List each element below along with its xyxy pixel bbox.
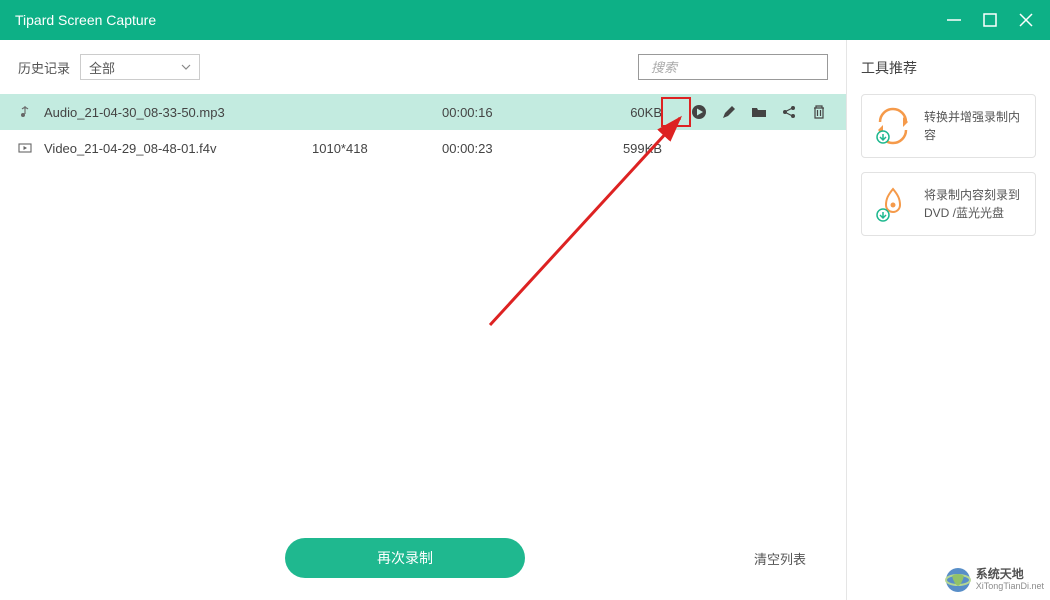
delete-button[interactable] — [810, 103, 828, 121]
folder-button[interactable] — [750, 103, 768, 121]
row-actions — [690, 103, 828, 121]
file-dimensions: 1010*418 — [312, 141, 442, 156]
chevron-down-icon — [181, 62, 191, 72]
watermark-text-cn: 系统天地 — [976, 568, 1044, 581]
window-controls — [945, 11, 1035, 29]
table-row[interactable]: Video_21-04-29_08-48-01.f4v 1010*418 00:… — [0, 130, 846, 166]
watermark-text-en: XiTongTianDi.net — [976, 582, 1044, 592]
video-file-icon — [18, 141, 44, 155]
history-label: 历史记录 — [18, 58, 70, 77]
annotation-highlight-box — [661, 97, 691, 127]
tool-card-label: 将录制内容刻录到DVD /蓝光光盘 — [924, 186, 1023, 222]
main-panel: 历史记录 全部 Audio_21-04-30_08-33-50.mp3 — [0, 40, 847, 600]
sidebar: 工具推荐 转换并增强录制内容 将录制内容刻录到DVD /蓝光光盘 — [847, 40, 1050, 600]
filter-dropdown[interactable]: 全部 — [80, 54, 200, 80]
sidebar-title: 工具推荐 — [861, 58, 1036, 78]
file-name: Audio_21-04-30_08-33-50.mp3 — [44, 105, 312, 120]
tool-card-convert[interactable]: 转换并增强录制内容 — [861, 94, 1036, 158]
table-row[interactable]: Audio_21-04-30_08-33-50.mp3 00:00:16 60K… — [0, 94, 846, 130]
burn-icon — [874, 185, 912, 223]
play-button[interactable] — [690, 103, 708, 121]
recordings-table: Audio_21-04-30_08-33-50.mp3 00:00:16 60K… — [0, 94, 846, 520]
footer: 再次录制 清空列表 — [0, 520, 846, 600]
file-size: 599KB — [582, 141, 662, 156]
watermark: 系统天地 XiTongTianDi.net — [944, 566, 1044, 594]
record-again-button[interactable]: 再次录制 — [285, 538, 525, 578]
search-input[interactable] — [651, 60, 827, 75]
file-duration: 00:00:16 — [442, 105, 582, 120]
minimize-button[interactable] — [945, 11, 963, 29]
edit-button[interactable] — [720, 103, 738, 121]
content-area: 历史记录 全部 Audio_21-04-30_08-33-50.mp3 — [0, 40, 1050, 600]
file-name: Video_21-04-29_08-48-01.f4v — [44, 141, 312, 156]
tool-card-burn[interactable]: 将录制内容刻录到DVD /蓝光光盘 — [861, 172, 1036, 236]
share-button[interactable] — [780, 103, 798, 121]
app-window: Tipard Screen Capture 历史记录 全部 — [0, 0, 1050, 600]
audio-file-icon — [18, 105, 44, 119]
convert-icon — [874, 107, 912, 145]
file-size: 60KB — [582, 105, 662, 120]
watermark-globe-icon — [944, 566, 972, 594]
close-button[interactable] — [1017, 11, 1035, 29]
toolbar: 历史记录 全部 — [0, 40, 846, 94]
maximize-button[interactable] — [981, 11, 999, 29]
titlebar[interactable]: Tipard Screen Capture — [0, 0, 1050, 40]
file-duration: 00:00:23 — [442, 141, 582, 156]
app-title: Tipard Screen Capture — [15, 12, 156, 28]
search-box[interactable] — [638, 54, 828, 80]
clear-list-link[interactable]: 清空列表 — [754, 549, 806, 568]
tool-card-label: 转换并增强录制内容 — [924, 108, 1023, 144]
filter-value: 全部 — [89, 58, 115, 77]
